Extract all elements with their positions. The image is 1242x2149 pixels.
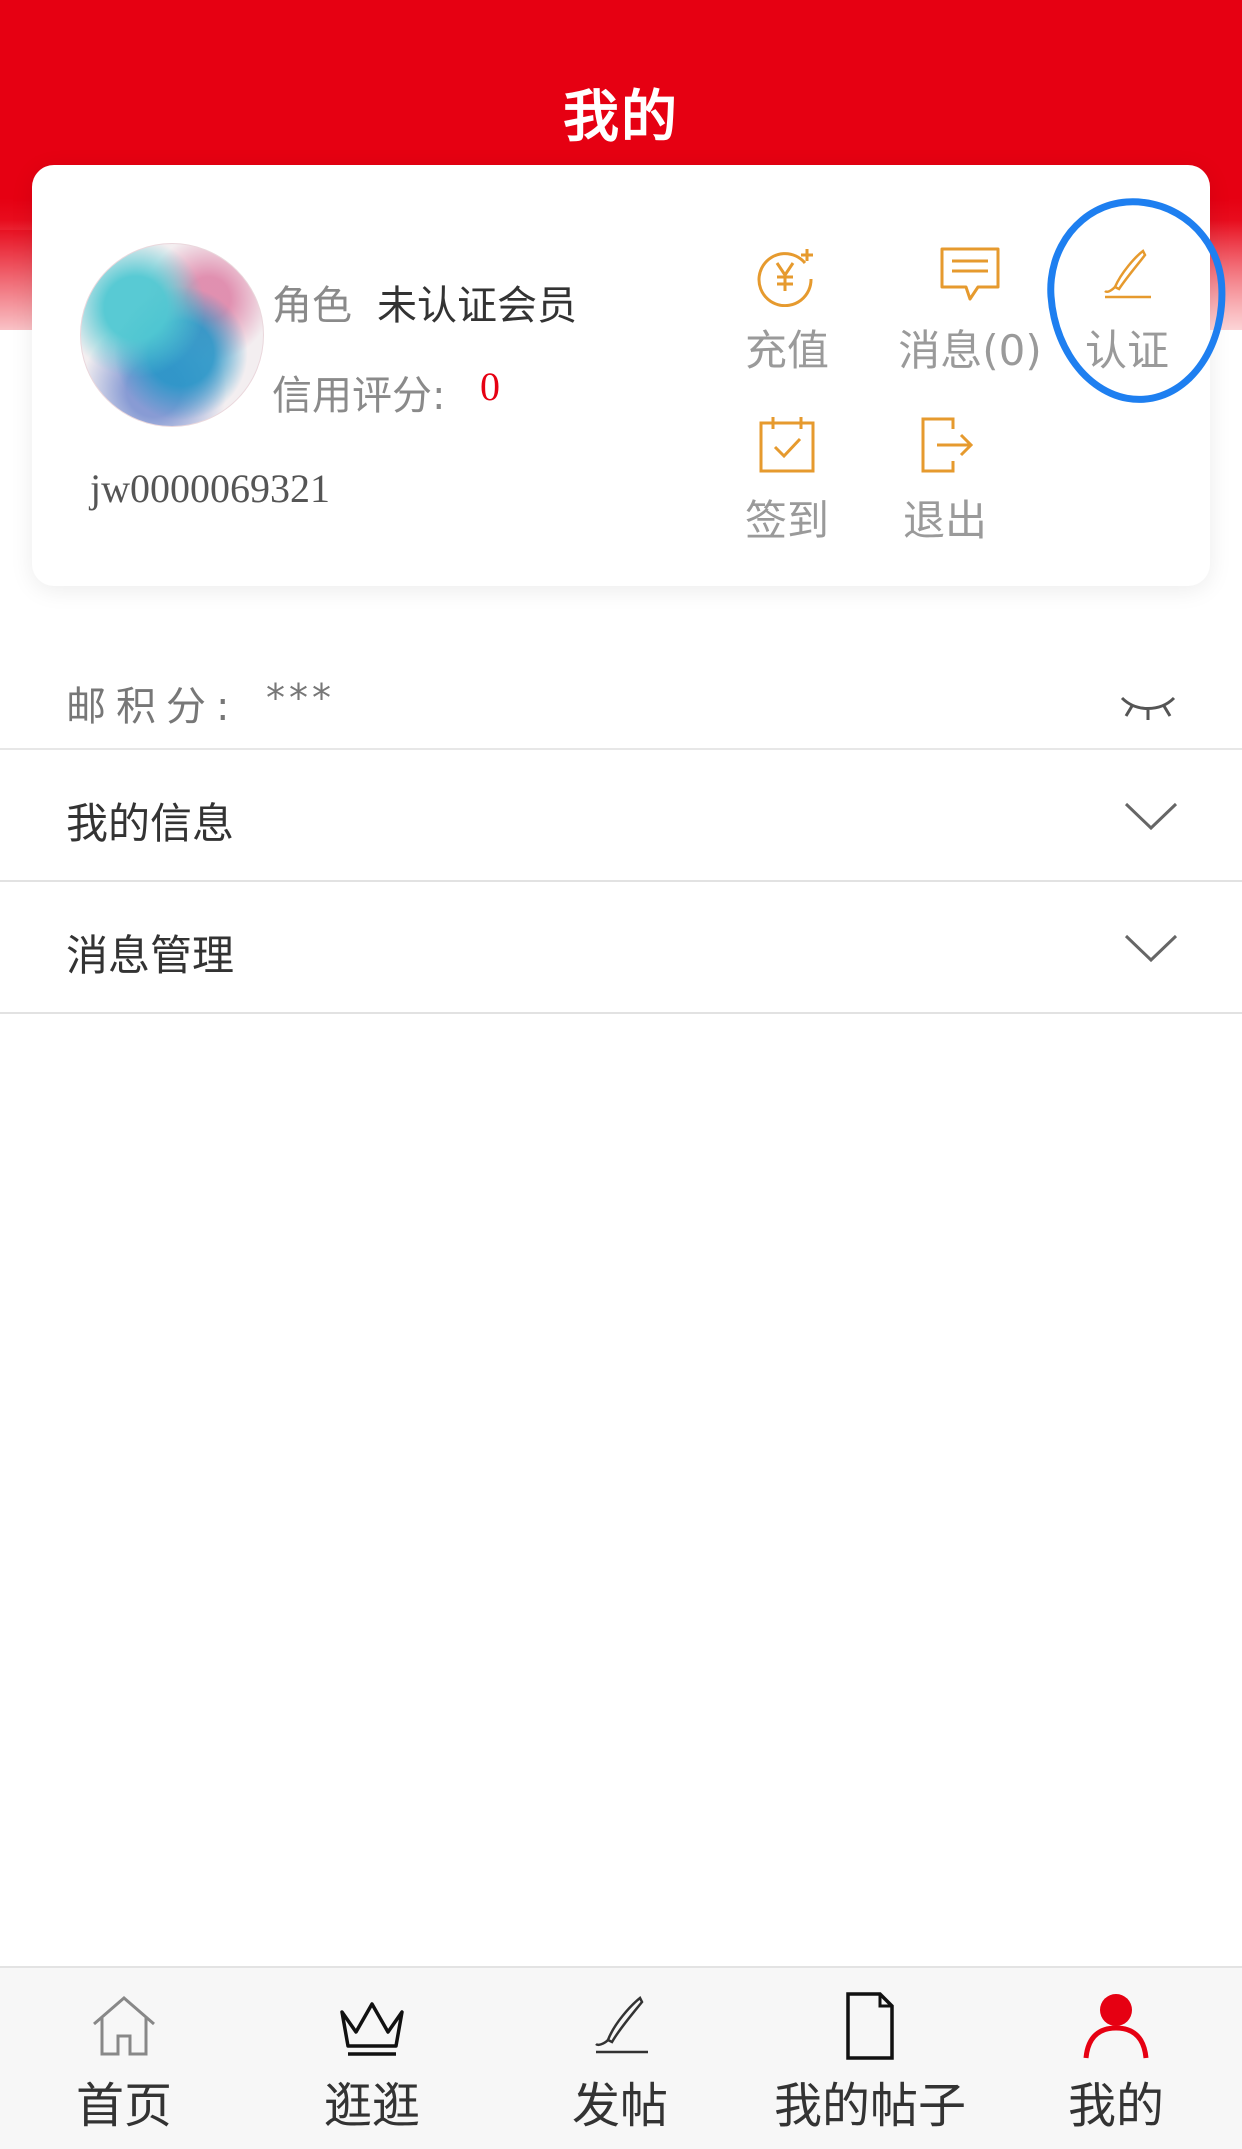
- role-label: 角色: [272, 283, 352, 329]
- menu-item-message-management[interactable]: 消息管理: [0, 882, 1242, 1014]
- recharge-label: 充值: [744, 326, 829, 375]
- home-icon: [93, 1996, 155, 2056]
- recharge-button[interactable]: 充值: [712, 243, 862, 378]
- tab-browse[interactable]: 逛逛: [272, 1990, 472, 2136]
- tab-post[interactable]: 发帖: [520, 1990, 720, 2136]
- tab-label: 我的帖子: [773, 2078, 966, 2134]
- username: jw0000069321: [90, 466, 330, 511]
- avatar[interactable]: [80, 243, 264, 427]
- yen-plus-icon: [757, 249, 813, 307]
- messages-label: 消息(0): [898, 326, 1042, 375]
- menu-item-my-info[interactable]: 我的信息: [0, 750, 1242, 882]
- logout-icon: [921, 417, 974, 473]
- messages-button[interactable]: 消息(0): [880, 243, 1060, 378]
- tab-home[interactable]: 首页: [24, 1990, 224, 2136]
- eye-closed-icon[interactable]: [1118, 690, 1178, 722]
- page-title: 我的: [563, 85, 679, 150]
- crown-icon: [340, 2002, 404, 2056]
- tab-mine[interactable]: 我的: [1016, 1990, 1216, 2136]
- signin-button[interactable]: 签到: [712, 413, 862, 548]
- points-value: ***: [266, 676, 335, 720]
- tab-my-posts[interactable]: 我的帖子: [740, 1990, 1000, 2136]
- logout-label: 退出: [902, 496, 987, 545]
- credit-label: 信用评分:: [272, 373, 446, 419]
- tab-bar: 首页 逛逛 发帖 我的帖子 我的: [0, 1966, 1242, 2149]
- tab-label: 逛逛: [323, 2078, 420, 2134]
- chevron-down-icon: [1124, 934, 1178, 963]
- role-value: 未认证会员: [377, 283, 577, 329]
- credit-value: 0: [480, 364, 500, 409]
- profile-card: 角色 未认证会员 信用评分: 0 jw0000069321 充值 消息(0) 认…: [32, 165, 1210, 586]
- signin-label: 签到: [744, 496, 829, 545]
- document-icon: [846, 1992, 894, 2060]
- tab-label: 首页: [75, 2078, 172, 2134]
- points-label: 邮积分:: [66, 684, 240, 730]
- menu-item-label: 我的信息: [66, 799, 235, 848]
- logout-button[interactable]: 退出: [870, 413, 1020, 548]
- chevron-down-icon: [1124, 802, 1178, 831]
- calendar-check-icon: [759, 417, 815, 473]
- tab-label: 发帖: [571, 2078, 668, 2134]
- tab-label: 我的: [1067, 2078, 1164, 2134]
- message-icon: [940, 247, 1000, 301]
- user-icon: [1083, 1994, 1149, 2059]
- points-row: 邮积分: ***: [0, 652, 1242, 750]
- pen-icon: [595, 1996, 648, 2054]
- menu-item-label: 消息管理: [66, 931, 235, 980]
